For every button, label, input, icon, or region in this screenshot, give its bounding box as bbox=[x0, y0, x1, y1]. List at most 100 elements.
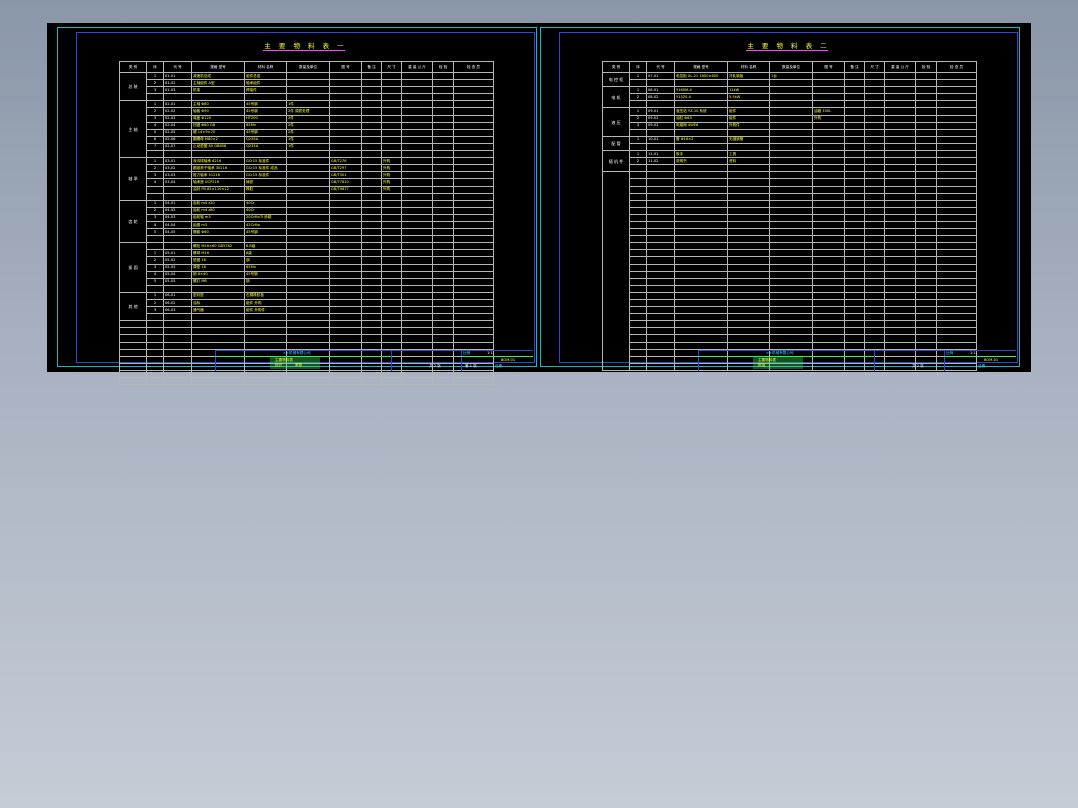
cad-viewport[interactable]: 主 要 物 料 表 一 类 别序代 号规格 型号 材料 名称 数量及单位图 号备 注… bbox=[47, 23, 1031, 386]
bom-cell-empty bbox=[884, 93, 916, 102]
bom-cell-spec: Y132S-4 bbox=[674, 93, 728, 102]
bom-cell-empty bbox=[401, 121, 433, 130]
bom-cell-empty bbox=[453, 242, 494, 251]
bom-cell-empty bbox=[361, 270, 382, 279]
bom-cell-empty bbox=[629, 100, 647, 109]
bom-cell-empty bbox=[884, 178, 916, 187]
table-row bbox=[120, 93, 494, 102]
bom-cell-extra2 bbox=[381, 199, 402, 208]
bom-cell-empty bbox=[453, 178, 494, 187]
table-row bbox=[603, 220, 977, 230]
bom-column-header: 数量及单位 bbox=[286, 61, 330, 73]
bom-cell-empty bbox=[844, 79, 865, 88]
bom-cell-empty bbox=[453, 206, 494, 215]
bom-cell-empty bbox=[915, 306, 937, 315]
bom-cell-empty bbox=[244, 150, 287, 159]
bom-cell-extra2 bbox=[381, 270, 402, 279]
bom-cell-empty bbox=[915, 320, 937, 329]
bom-cell-empty bbox=[163, 313, 192, 322]
table-row: 轴 承 1 03-01 深沟球轴承 6216 GCr15 标准件 GB/T276 外购 bbox=[119, 157, 494, 201]
bom-cell-empty bbox=[727, 320, 770, 329]
bom-cell-empty bbox=[629, 298, 647, 308]
bom-cell-empty bbox=[844, 256, 865, 265]
bom-cell-empty bbox=[244, 93, 287, 102]
title-block-1-company: ××机械有限公司 bbox=[283, 351, 311, 355]
bom-cell-empty bbox=[146, 313, 164, 322]
bom-cell-empty bbox=[936, 86, 977, 95]
bom-cell-spec: 减速机总成 bbox=[191, 71, 245, 81]
bom-cell-empty bbox=[864, 277, 885, 286]
bom-cell-empty bbox=[453, 235, 494, 244]
bom-cell-extra2 bbox=[381, 114, 402, 123]
table-row: 4 03-04 轴承座 UCP216 铸铁 GB/T7810 外购 bbox=[120, 178, 494, 187]
bom-cell-empty bbox=[844, 178, 865, 187]
bom-cell-empty bbox=[191, 192, 245, 201]
bom-cell-spec: 密封垫 bbox=[191, 291, 245, 301]
bom-cell-empty bbox=[769, 284, 813, 293]
bom-cell-spec: 挡圈 Φ80 GB bbox=[191, 121, 245, 130]
bom-cell-name: 冷轧钢板 bbox=[727, 71, 770, 81]
bom-cell-empty bbox=[629, 242, 647, 251]
bom-cell-empty bbox=[244, 369, 287, 379]
bom-cell-empty bbox=[244, 341, 287, 350]
bom-cell-empty bbox=[432, 86, 454, 95]
bom-cell-empty bbox=[812, 199, 845, 208]
bom-cell-empty bbox=[727, 270, 770, 279]
bom-cell-name: 65Mn bbox=[244, 121, 287, 130]
bom-cell-empty bbox=[915, 206, 937, 215]
table-row bbox=[119, 327, 494, 336]
bom-cell-code bbox=[163, 185, 192, 194]
bom-cell-empty bbox=[629, 277, 647, 286]
bom-cell-empty bbox=[146, 235, 164, 244]
bom-cell-empty bbox=[936, 263, 977, 272]
bom-cell-qty: 2件 bbox=[286, 114, 330, 123]
bom-cell-qty bbox=[286, 298, 330, 308]
bom-column-header: 备 注 bbox=[844, 61, 865, 73]
bom-cell-empty bbox=[244, 334, 287, 343]
bom-cell-empty bbox=[629, 235, 647, 244]
bom-cell-empty bbox=[727, 298, 770, 308]
bom-cell-empty bbox=[674, 192, 728, 201]
bom-cell-empty bbox=[432, 114, 454, 123]
bom-cell-qty bbox=[286, 220, 330, 230]
bom-cell-idx: 5 bbox=[146, 128, 164, 137]
bom-cell-empty bbox=[646, 242, 675, 251]
bom-cell-empty bbox=[361, 142, 382, 152]
bom-cell-empty bbox=[361, 79, 382, 88]
bom-column-header: 规格 型号 bbox=[674, 61, 728, 73]
bom-cell-extra bbox=[329, 270, 362, 279]
bom-cell-empty bbox=[727, 277, 770, 286]
bom-cell-empty bbox=[812, 341, 845, 350]
bom-cell-empty bbox=[915, 220, 937, 230]
bom-cell-empty bbox=[727, 178, 770, 187]
table-row: 2 06-02 油标 组件 外购 bbox=[120, 298, 494, 308]
bom-cell-empty bbox=[844, 291, 865, 301]
bom-cell-empty bbox=[401, 235, 433, 244]
table-row: 随 机 件 1 11-01 扳手 工具 bbox=[602, 150, 977, 173]
bom-cell-extra2 bbox=[864, 107, 885, 116]
bom-cell-qty bbox=[286, 213, 330, 222]
bom-cell-empty bbox=[727, 327, 770, 336]
bom-cell-empty bbox=[844, 327, 865, 336]
bom-column-header: 备 注 bbox=[361, 61, 382, 73]
table-row bbox=[120, 284, 494, 293]
table-row: 2 02-02 轴套 Φ90 45号钢 2件 调质处理 bbox=[120, 107, 494, 116]
table-row: 液 压 1 09-01 液压站 YZ-10 系统 组件 油箱 100L bbox=[602, 107, 977, 137]
bom-cell-empty bbox=[453, 377, 494, 386]
bom-cell-empty bbox=[286, 377, 330, 386]
bom-cell-empty bbox=[629, 362, 647, 371]
bom-cell-extra2: 外购 bbox=[381, 164, 402, 173]
bom-cell-empty bbox=[432, 306, 454, 315]
table-row: 电 机 1 08-01 Y160M-4 11kW bbox=[602, 86, 977, 109]
table-row: 5 05-05 螺钉 M8 钢 bbox=[120, 277, 494, 286]
bom-cell-empty bbox=[812, 171, 845, 180]
bom-cell-name: 8级 bbox=[244, 249, 287, 258]
bom-cell-empty bbox=[329, 284, 362, 293]
table-row bbox=[120, 150, 494, 159]
bom-cell-empty bbox=[381, 93, 402, 102]
bom-cell-empty bbox=[936, 93, 977, 102]
bom-cell-idx: 2 bbox=[629, 157, 647, 166]
bom-cell-code: 05-02 bbox=[163, 256, 192, 265]
bom-cell-empty bbox=[381, 150, 402, 159]
bom-cell-empty bbox=[674, 341, 728, 350]
